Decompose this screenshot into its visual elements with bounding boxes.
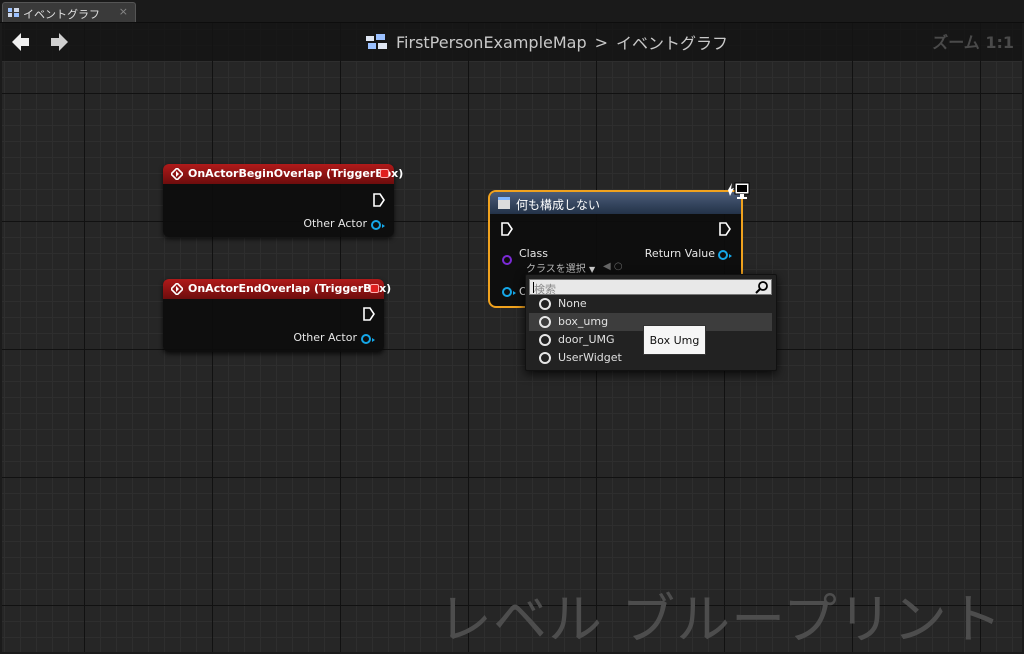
search-icon	[755, 281, 768, 294]
exec-in-pin[interactable]	[501, 222, 513, 236]
class-pin[interactable]	[502, 255, 512, 265]
node-title: OnActorEndOverlap (TriggerBox)	[188, 282, 392, 295]
class-select-tools: ◀ ○	[603, 261, 623, 272]
exec-out-pin[interactable]	[373, 193, 385, 207]
option-label: box_umg	[558, 315, 609, 328]
radio-icon	[539, 298, 551, 310]
tab-label: イベントグラフ	[23, 8, 100, 21]
monitor-icon	[728, 182, 750, 199]
blueprint-icon	[8, 8, 19, 17]
node-begin-overlap[interactable]: OnActorBeginOverlap (TriggerBox) Other A…	[163, 164, 403, 237]
browse-icon[interactable]: ○	[614, 261, 623, 272]
other-actor-pin[interactable]	[371, 220, 385, 230]
exec-out-pin[interactable]	[719, 222, 731, 236]
breadcrumb-separator: >	[594, 32, 609, 52]
radio-icon	[539, 316, 551, 328]
delegate-pin[interactable]	[370, 284, 379, 293]
return-value-pin[interactable]	[718, 250, 732, 260]
class-select-dropdown[interactable]: クラスを選択 ▼	[526, 260, 595, 275]
node-title: 何も構成しない	[516, 198, 601, 212]
event-icon	[171, 168, 183, 180]
breadcrumb-graph: イベントグラフ	[616, 34, 729, 53]
node-header: OnActorEndOverlap (TriggerBox)	[163, 279, 391, 299]
event-icon	[171, 283, 183, 295]
other-actor-pin[interactable]	[361, 334, 375, 344]
node-end-overlap[interactable]: OnActorEndOverlap (TriggerBox) Other Act…	[163, 279, 391, 352]
back-arrow-icon[interactable]	[12, 32, 30, 52]
tab-close-icon[interactable]: ×	[119, 5, 128, 18]
exec-out-pin[interactable]	[363, 307, 375, 321]
class-picker-menu: 検索 None box_umg door_UMG UserWidget	[525, 274, 777, 371]
tab-event-graph[interactable]: イベントグラフ ×	[2, 2, 136, 22]
zoom-level: ズーム 1:1	[932, 33, 1014, 52]
option-tooltip: Box Umg	[643, 325, 706, 355]
node-header: 何も構成しない	[490, 192, 741, 214]
graph-header: FirstPersonExampleMap > イベントグラフ ズーム 1:1	[2, 23, 1022, 61]
breadcrumb: FirstPersonExampleMap > イベントグラフ	[366, 31, 728, 53]
pin-label-return-value: Return Value	[644, 247, 715, 260]
breadcrumb-map[interactable]: FirstPersonExampleMap	[396, 33, 587, 52]
pin-label-class: Class	[519, 247, 548, 260]
level-blueprint-icon	[366, 34, 387, 49]
option-label: door_UMG	[558, 333, 615, 346]
option-label: UserWidget	[558, 351, 622, 364]
level-blueprint-watermark: レベル ブループリント	[438, 588, 1003, 651]
option-label: None	[558, 297, 587, 310]
radio-icon	[539, 334, 551, 346]
widget-function-icon	[498, 197, 510, 209]
radio-icon	[539, 352, 551, 364]
chevron-down-icon: ▼	[589, 265, 596, 274]
option-none[interactable]: None	[529, 295, 772, 313]
search-input[interactable]: 検索	[529, 279, 772, 296]
delegate-pin[interactable]	[380, 169, 389, 178]
forward-arrow-icon[interactable]	[50, 32, 68, 52]
graph-canvas[interactable]: FirstPersonExampleMap > イベントグラフ ズーム 1:1 …	[2, 23, 1022, 652]
node-header: OnActorBeginOverlap (TriggerBox)	[163, 164, 403, 184]
node-title: OnActorBeginOverlap (TriggerBox)	[188, 167, 404, 180]
use-selected-icon[interactable]: ◀	[603, 261, 611, 272]
tab-bar: イベントグラフ ×	[0, 0, 1024, 23]
pin-label-other-actor: Other Actor	[293, 331, 357, 344]
pin-label-other-actor: Other Actor	[303, 217, 367, 230]
owning-player-pin[interactable]	[502, 287, 516, 297]
